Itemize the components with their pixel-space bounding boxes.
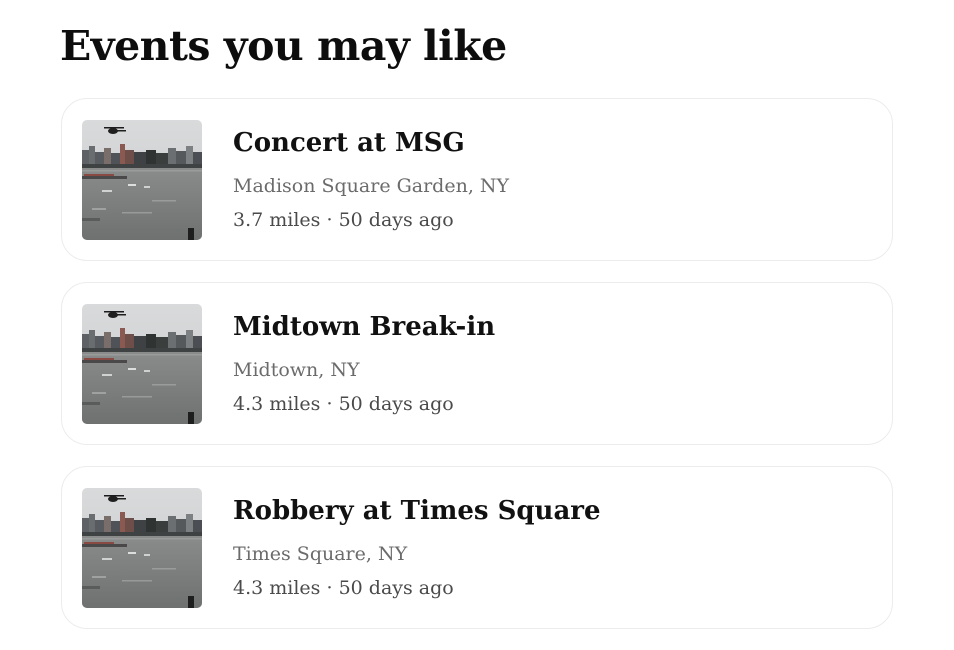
event-distance: 3.7 miles bbox=[233, 209, 321, 231]
meta-separator: · bbox=[326, 209, 333, 231]
event-time: 50 days ago bbox=[338, 209, 454, 231]
meta-separator: · bbox=[326, 577, 333, 599]
event-meta: 4.3 miles · 50 days ago bbox=[233, 575, 454, 601]
meta-separator: · bbox=[326, 393, 333, 415]
event-meta: 4.3 miles · 50 days ago bbox=[233, 391, 454, 417]
event-time: 50 days ago bbox=[338, 393, 454, 415]
event-title: Midtown Break-in bbox=[233, 312, 496, 342]
event-thumbnail bbox=[82, 488, 202, 608]
section-title: Events you may like bbox=[60, 22, 507, 70]
event-distance: 4.3 miles bbox=[233, 577, 321, 599]
event-location: Times Square, NY bbox=[233, 543, 408, 565]
event-card[interactable]: Robbery at Times Square Times Square, NY… bbox=[61, 466, 893, 629]
event-location: Madison Square Garden, NY bbox=[233, 175, 510, 197]
event-title: Robbery at Times Square bbox=[233, 496, 601, 526]
event-thumbnail bbox=[82, 304, 202, 424]
event-thumbnail bbox=[82, 120, 202, 240]
event-title: Concert at MSG bbox=[233, 128, 465, 158]
event-distance: 4.3 miles bbox=[233, 393, 321, 415]
event-card[interactable]: Midtown Break-in Midtown, NY 4.3 miles ·… bbox=[61, 282, 893, 445]
event-card[interactable]: Concert at MSG Madison Square Garden, NY… bbox=[61, 98, 893, 261]
event-time: 50 days ago bbox=[338, 577, 454, 599]
event-meta: 3.7 miles · 50 days ago bbox=[233, 207, 454, 233]
event-location: Midtown, NY bbox=[233, 359, 360, 381]
events-page: Events you may like Concert at MSG Madis… bbox=[0, 0, 954, 650]
